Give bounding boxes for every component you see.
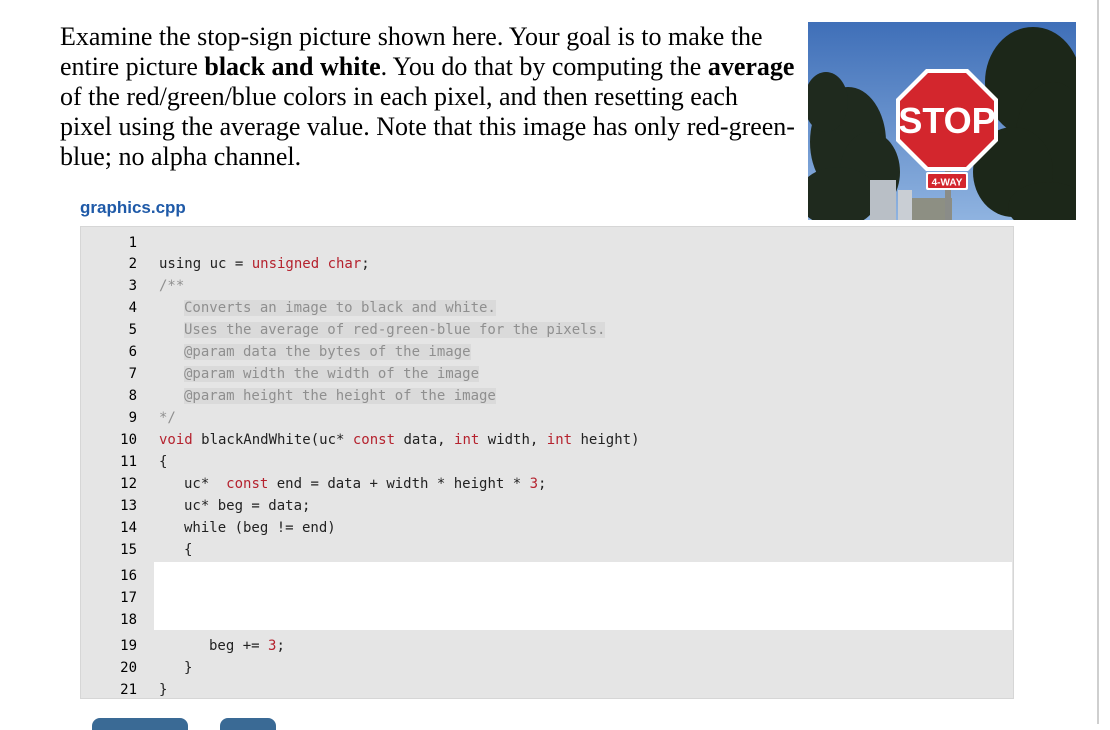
- line-number: 1: [128, 235, 137, 251]
- code-line-7: @param width the width of the image: [184, 366, 480, 382]
- problem-statement: Examine the stop-sign picture shown here…: [60, 22, 800, 172]
- code-line-2: using uc = unsigned char;: [159, 256, 370, 272]
- line-number: 17: [120, 590, 137, 606]
- line-number: 16: [120, 568, 137, 584]
- line-number: 15: [120, 542, 137, 558]
- prompt-bold-black-and-white: black and white: [204, 52, 381, 81]
- line-number: 8: [128, 388, 137, 404]
- line-number: 2: [128, 256, 137, 272]
- code-line-8: @param height the height of the image: [184, 388, 496, 404]
- prompt-text: entire picture: [60, 52, 205, 81]
- code-answer-area[interactable]: [154, 562, 1012, 630]
- line-number: 10: [120, 432, 137, 448]
- code-line-14: while (beg != end): [184, 520, 336, 536]
- code-line-11: {: [159, 454, 168, 470]
- code-line-21: }: [159, 682, 168, 698]
- code-line-9: */: [159, 410, 176, 426]
- prompt-line-2: entire picture black and white. You do t…: [60, 52, 800, 82]
- stop-sign-text: STOP: [898, 100, 995, 141]
- prompt-line-4: pixel using the average value. Note that…: [60, 112, 795, 141]
- line-number: 14: [120, 520, 137, 536]
- check-button[interactable]: [92, 718, 188, 730]
- prompt-text: . You do that by computing the: [380, 52, 708, 81]
- code-line-6: @param data the bytes of the image: [184, 344, 471, 360]
- code-line-5: Uses the average of red-green-blue for t…: [184, 322, 606, 338]
- code-line-15: {: [184, 542, 193, 558]
- prompt-line-3: of the red/green/blue colors in each pix…: [60, 82, 738, 111]
- line-number: 19: [120, 638, 137, 654]
- line-number: 20: [120, 660, 137, 676]
- stop-sign-image: STOP 4-WAY: [808, 22, 1076, 220]
- code-filename: graphics.cpp: [80, 198, 186, 217]
- scrollbar-edge: [1097, 0, 1099, 724]
- line-number: 21: [120, 682, 137, 698]
- line-number: 4: [128, 300, 137, 316]
- line-number: 11: [120, 454, 137, 470]
- reset-button[interactable]: [220, 718, 276, 730]
- line-number: 6: [128, 344, 137, 360]
- four-way-plate-text: 4-WAY: [932, 178, 963, 189]
- code-line-12: uc* const end = data + width * height * …: [184, 476, 547, 492]
- code-line-3: /**: [159, 278, 185, 294]
- line-number: 18: [120, 612, 137, 628]
- line-number: 12: [120, 476, 137, 492]
- code-line-20: }: [184, 660, 193, 676]
- line-number: 9: [128, 410, 137, 426]
- code-line-19: beg += 3;: [209, 638, 285, 654]
- code-line-13: uc* beg = data;: [184, 498, 311, 514]
- prompt-line-1: Examine the stop-sign picture shown here…: [60, 22, 763, 51]
- code-line-10: void blackAndWhite(uc* const data, int w…: [159, 432, 640, 448]
- line-number: 5: [128, 322, 137, 338]
- line-number: 7: [128, 366, 137, 382]
- code-line-4: Converts an image to black and white.: [184, 300, 496, 316]
- stop-sign-photo: STOP 4-WAY: [808, 22, 1076, 220]
- prompt-bold-average: average: [707, 52, 795, 81]
- line-number: 13: [120, 498, 137, 514]
- line-number: 3: [128, 278, 137, 294]
- prompt-line-5: blue; no alpha channel.: [60, 142, 302, 171]
